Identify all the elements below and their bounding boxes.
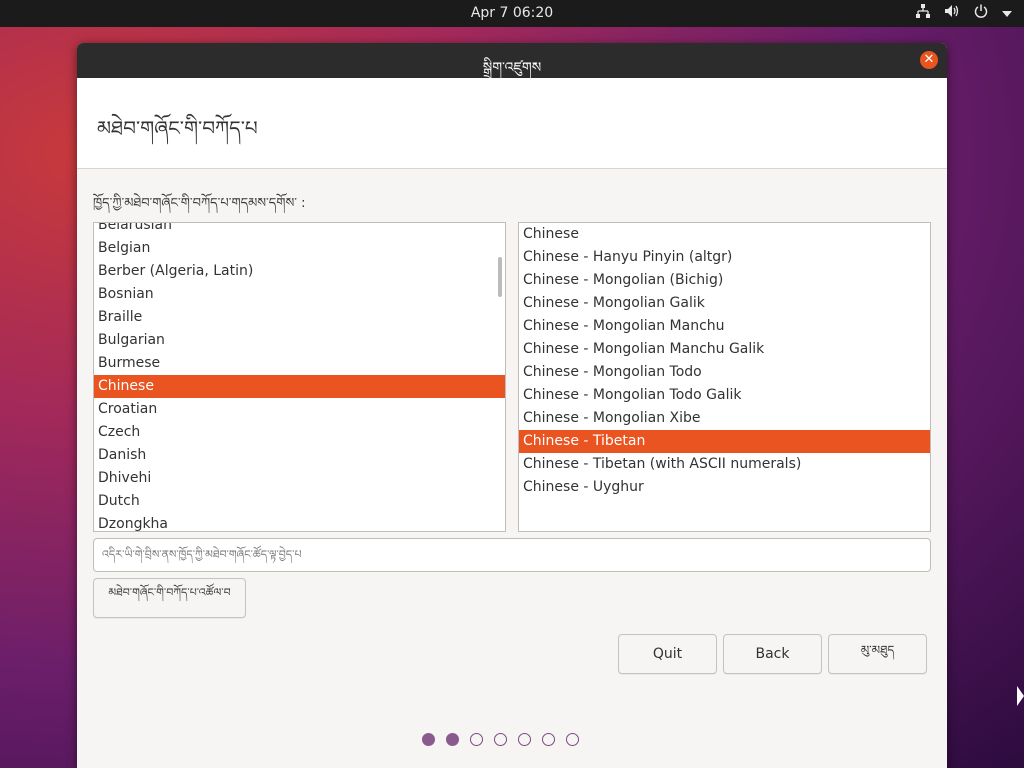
- layout-list-item[interactable]: Bulgarian: [94, 329, 505, 352]
- layout-list-item[interactable]: Danish: [94, 444, 505, 467]
- page-title: མཐེབ་གཞོང་གི་བཀོད་པ: [97, 116, 258, 140]
- variant-list-item[interactable]: Chinese - Mongolian Manchu Galik: [519, 338, 930, 361]
- close-icon[interactable]: ✕: [920, 51, 938, 69]
- variant-list-item[interactable]: Chinese - Mongolian Manchu: [519, 315, 930, 338]
- progress-dot: [422, 733, 435, 746]
- progress-dot: [494, 733, 507, 746]
- layout-list-item[interactable]: Chinese: [94, 375, 505, 398]
- variant-list-item[interactable]: Chinese - Mongolian Todo Galik: [519, 384, 930, 407]
- page-header: མཐེབ་གཞོང་གི་བཀོད་པ: [77, 78, 947, 169]
- layout-list-item[interactable]: Dutch: [94, 490, 505, 513]
- variant-list-item[interactable]: Chinese - Mongolian Xibe: [519, 407, 930, 430]
- variant-list-item[interactable]: Chinese - Hanyu Pinyin (altgr): [519, 246, 930, 269]
- layout-list-item[interactable]: Dzongkha: [94, 513, 505, 531]
- mouse-cursor-icon: [1017, 686, 1024, 706]
- quit-button[interactable]: Quit: [618, 634, 717, 674]
- progress-dot: [566, 733, 579, 746]
- keyboard-variant-list[interactable]: Chinese Chinese - Hanyu Pinyin (altgr) Chi…: [518, 222, 931, 532]
- keyboard-layout-list[interactable]: Belarusian Belgian Berber (Algeria, Latin)…: [93, 222, 506, 532]
- layout-list-item[interactable]: Braille: [94, 306, 505, 329]
- layout-list-item[interactable]: Czech: [94, 421, 505, 444]
- variant-list-item[interactable]: Chinese - Uyghur: [519, 476, 930, 499]
- keyboard-test-input[interactable]: [94, 539, 930, 569]
- progress-dot: [542, 733, 555, 746]
- layout-list-item[interactable]: Belarusian: [94, 223, 505, 237]
- clock[interactable]: Apr 7 06:20: [0, 5, 1024, 21]
- layout-list-item[interactable]: Berber (Algeria, Latin): [94, 260, 505, 283]
- layout-list-item[interactable]: Bosnian: [94, 283, 505, 306]
- variant-list-item[interactable]: Chinese - Mongolian Galik: [519, 292, 930, 315]
- scrollbar[interactable]: [498, 257, 502, 297]
- network-icon[interactable]: [916, 4, 930, 22]
- variant-list-item[interactable]: Chinese - Tibetan: [519, 430, 930, 453]
- layout-list-item[interactable]: Belgian: [94, 237, 505, 260]
- continue-button[interactable]: མུ་མཐུད: [828, 634, 927, 674]
- detect-layout-button[interactable]: མཐེབ་གཞོང་གི་བཀོད་པ་འཚོལ་བ: [93, 578, 246, 618]
- power-icon[interactable]: [974, 4, 988, 22]
- layout-prompt: ཁྱོད་ཀྱི་མཐེབ་གཞོང་གི་བཀོད་པ་གདམས་དགོས་ …: [93, 196, 306, 211]
- system-tray[interactable]: [916, 4, 1012, 22]
- progress-dot: [518, 733, 531, 746]
- progress-dot: [446, 733, 459, 746]
- variant-list-item[interactable]: Chinese - Tibetan (with ASCII numerals): [519, 453, 930, 476]
- title-bar[interactable]: སྒྲིག་འཛུགས ✕: [77, 43, 947, 78]
- volume-icon[interactable]: [944, 4, 960, 22]
- menu-arrow-icon[interactable]: [1002, 5, 1012, 21]
- back-button[interactable]: Back: [723, 634, 822, 674]
- progress-dots: [422, 733, 579, 746]
- variant-list-item[interactable]: Chinese: [519, 223, 930, 246]
- layout-list-item[interactable]: Croatian: [94, 398, 505, 421]
- top-bar: Apr 7 06:20: [0, 0, 1024, 27]
- installer-window: སྒྲིག་འཛུགས ✕ མཐེབ་གཞོང་གི་བཀོད་པ ཁྱོད་ཀ…: [77, 43, 947, 768]
- variant-list-item[interactable]: Chinese - Mongolian Todo: [519, 361, 930, 384]
- layout-list-item[interactable]: Dhivehi: [94, 467, 505, 490]
- progress-dot: [470, 733, 483, 746]
- variant-list-item[interactable]: Chinese - Mongolian (Bichig): [519, 269, 930, 292]
- layout-list-item[interactable]: Burmese: [94, 352, 505, 375]
- keyboard-test-field[interactable]: [93, 538, 931, 572]
